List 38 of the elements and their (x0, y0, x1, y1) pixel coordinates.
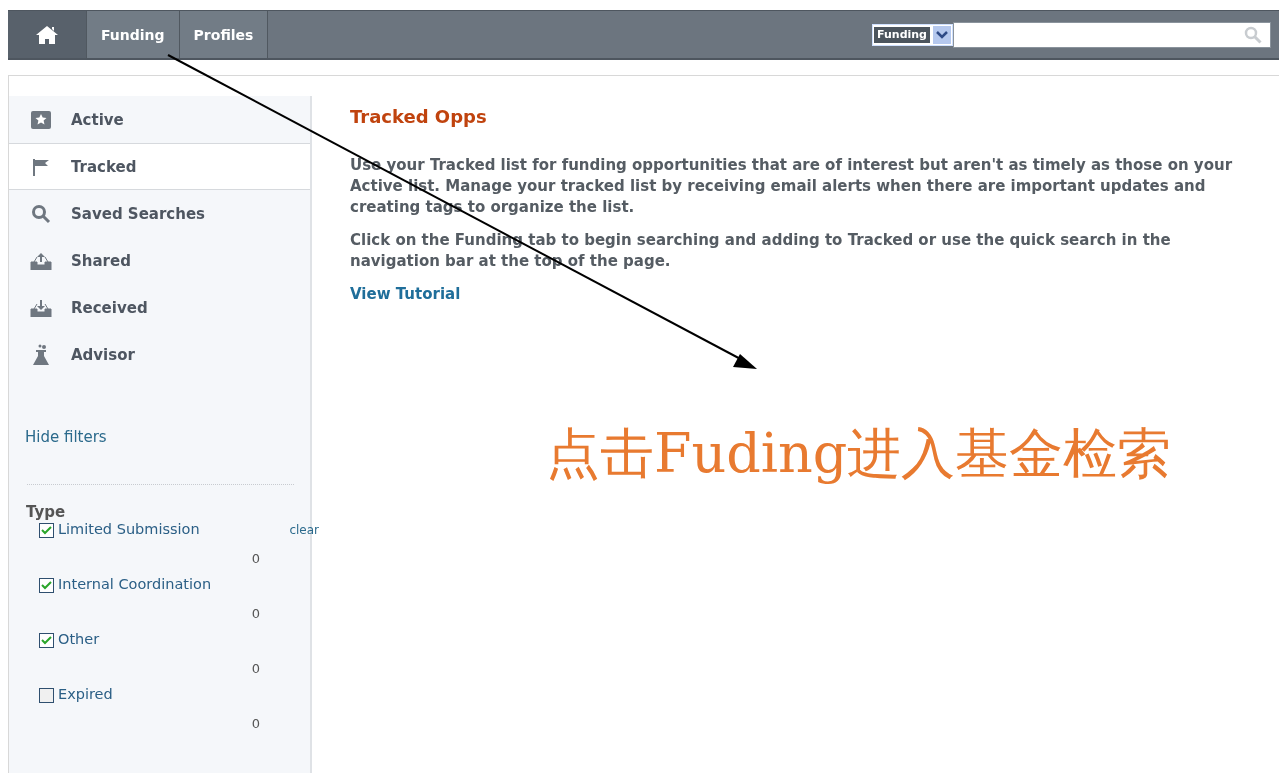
home-icon (35, 24, 59, 45)
filter-count: 0 (251, 605, 260, 623)
checkbox[interactable] (39, 523, 54, 538)
filter-option[interactable]: Other (39, 631, 239, 659)
sidebar-item[interactable]: Advisor (9, 331, 310, 378)
search-field[interactable] (953, 21, 1271, 48)
sidebar-item[interactable]: Saved Searches (9, 190, 310, 237)
filter-option[interactable]: Expired (39, 686, 239, 714)
nav-tab[interactable]: Funding (87, 11, 180, 58)
checkbox[interactable] (39, 578, 54, 593)
filter-count: 0 (251, 660, 260, 678)
filter-option[interactable]: Limited Submission (39, 521, 239, 549)
filter-count: 0 (251, 715, 260, 733)
description-text: Click on the Funding tab to begin searching and adding to Tracked or use the quick search in the navigation bar at the top of the page. (350, 230, 1172, 272)
search-icon (1244, 25, 1262, 44)
sidebar-item[interactable]: Active (9, 96, 310, 143)
annotation-text: 点击Fuding进入基金检索 (546, 421, 1172, 487)
tray-upload-icon (30, 251, 52, 270)
clear-link[interactable]: clear (289, 523, 319, 549)
sidebar-item[interactable]: Tracked (9, 143, 310, 190)
view-tutorial-link[interactable]: View Tutorial (350, 285, 461, 303)
filter-title: Type (26, 503, 67, 521)
hide-filters-link[interactable]: Hide filters (25, 428, 310, 446)
nav-tab[interactable]: Profiles (179, 11, 269, 58)
sidebar-item[interactable]: Received (9, 284, 310, 331)
search-icon (31, 203, 51, 224)
caret-icon (936, 30, 948, 39)
sidebar-item[interactable]: Shared (9, 237, 310, 284)
search-scope-dropdown[interactable]: Funding (872, 23, 953, 46)
checkbox[interactable] (39, 688, 54, 703)
flag-icon (31, 156, 51, 177)
home-tab[interactable] (8, 11, 87, 58)
page-title: Tracked Opps (350, 106, 488, 127)
filter-count: 0 (251, 550, 260, 568)
flask-icon (31, 343, 51, 366)
checkbox[interactable] (39, 633, 54, 648)
filter-option[interactable]: Internal Coordination (39, 576, 239, 604)
tray-download-icon (30, 298, 52, 317)
